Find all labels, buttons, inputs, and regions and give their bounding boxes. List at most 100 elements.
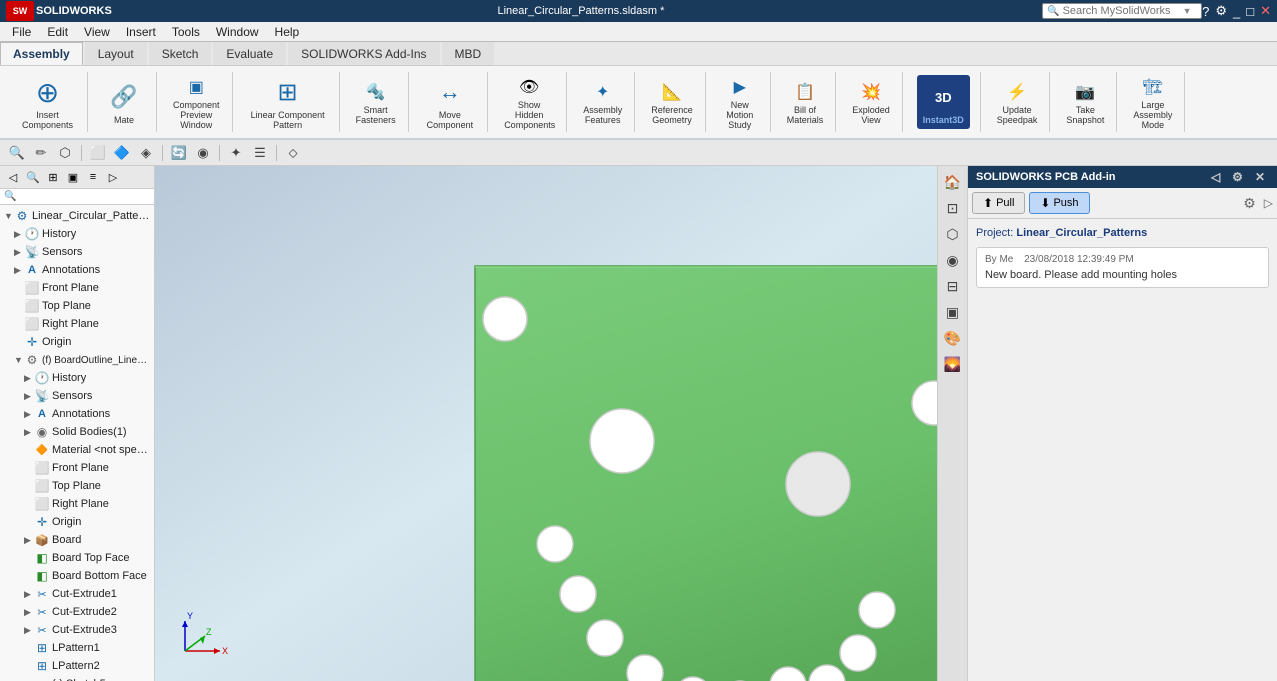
tab-layout[interactable]: Layout (85, 42, 147, 65)
btn-assembly-features[interactable]: ✦ AssemblyFeatures (579, 76, 626, 128)
btn-pull[interactable]: ⬆ Pull (972, 192, 1025, 214)
right-plane-label: Right Plane (42, 318, 99, 330)
sidebar-config-btn[interactable]: ▣ (64, 168, 82, 186)
tb2-btn-1[interactable]: 🔍 (6, 142, 28, 164)
menu-file[interactable]: File (4, 23, 39, 41)
tree-item-annotations-sub[interactable]: ▶ A Annotations (0, 405, 154, 423)
sidebar-nav-btn[interactable]: ≡ (84, 168, 102, 186)
tree-item-material[interactable]: 🔶 Material <not specified> (0, 441, 154, 459)
btn-instant3d[interactable]: 3D Instant3D (917, 75, 970, 129)
take-snapshot-icon: 📷 (1071, 78, 1099, 106)
tab-evaluate[interactable]: Evaluate (213, 42, 286, 65)
btn-take-snapshot[interactable]: 📷 TakeSnapshot (1062, 76, 1108, 128)
menu-tools[interactable]: Tools (164, 23, 208, 41)
sidebar-collapse-btn[interactable]: ◁ (4, 168, 22, 186)
btn-bill-of-materials[interactable]: 📋 Bill ofMaterials (783, 76, 828, 128)
rt-btn-shaded[interactable]: ◉ (941, 248, 965, 272)
settings-icon[interactable]: ⚙ (1215, 3, 1227, 19)
tb2-btn-2[interactable]: ✏ (30, 142, 52, 164)
tree-root[interactable]: ▼ ⚙ Linear_Circular_Patterns (Default<Di… (0, 207, 154, 225)
btn-component-preview[interactable]: ▣ ComponentPreviewWindow (169, 71, 224, 133)
tree-item-history-sub[interactable]: ▶ 🕐 History (0, 369, 154, 387)
tab-assembly[interactable]: Assembly (0, 42, 83, 65)
search-bar[interactable]: 🔍 ▼ (1042, 3, 1202, 19)
tree-item-sensors-sub[interactable]: ▶ 📡 Sensors (0, 387, 154, 405)
tree-item-right-plane[interactable]: ⬜ Right Plane (0, 315, 154, 333)
panel-close-icon[interactable]: ✕ (1251, 170, 1269, 184)
help-icon[interactable]: ? (1202, 4, 1209, 19)
rt-btn-appearance[interactable]: 🎨 (941, 326, 965, 350)
rt-btn-display[interactable]: ▣ (941, 300, 965, 324)
tb2-btn-4[interactable]: ⬜ (87, 142, 109, 164)
btn-large-assembly-mode[interactable]: 🏗 LargeAssemblyMode (1129, 71, 1176, 133)
3d-viewport[interactable]: Y X Z (155, 166, 937, 681)
tree-item-board-top-face[interactable]: ◧ Board Top Face (0, 549, 154, 567)
rt-btn-home[interactable]: 🏠 (941, 170, 965, 194)
search-input[interactable] (1063, 5, 1183, 17)
tree-item-top-plane[interactable]: ⬜ Top Plane (0, 297, 154, 315)
tree-item-board[interactable]: ▶ 📦 Board (0, 531, 154, 549)
btn-move-component[interactable]: ↔ MoveComponent (421, 72, 480, 132)
btn-new-motion-study[interactable]: ▶ NewMotionStudy (718, 71, 762, 133)
tree-item-annotations[interactable]: ▶ A Annotations (0, 261, 154, 279)
btn-linear-pattern[interactable]: ⊞ Linear ComponentPattern (245, 72, 331, 132)
btn-smart-fasteners[interactable]: 🔩 SmartFasteners (352, 76, 400, 128)
close-icon[interactable]: ✕ (1260, 3, 1271, 19)
menu-edit[interactable]: Edit (39, 23, 76, 41)
tree-item-origin[interactable]: ✛ Origin (0, 333, 154, 351)
tb2-btn-3[interactable]: ⬡ (54, 142, 76, 164)
tree-item-lpattern1[interactable]: ⊞ LPattern1 (0, 639, 154, 657)
tb2-btn-11[interactable]: ⬦ (282, 142, 304, 164)
tree-item-origin-sub[interactable]: ✛ Origin (0, 513, 154, 531)
tree-item-sensors[interactable]: ▶ 📡 Sensors (0, 243, 154, 261)
btn-push[interactable]: ⬇ Push (1029, 192, 1089, 214)
panel-collapse-icon[interactable]: ◁ (1207, 170, 1224, 184)
btn-exploded-view[interactable]: 💥 ExplodedView (848, 76, 894, 128)
tree-item-board-bottom-face[interactable]: ◧ Board Bottom Face (0, 567, 154, 585)
minimize-icon[interactable]: _ (1233, 4, 1240, 19)
move-component-icon: ↔ (432, 74, 468, 110)
rt-btn-zoom-fit[interactable]: ⊡ (941, 196, 965, 220)
tree-item-cut-extrude1[interactable]: ▶ ✂ Cut-Extrude1 (0, 585, 154, 603)
tb2-btn-9[interactable]: ✦ (225, 142, 247, 164)
tree-item-cut-extrude2[interactable]: ▶ ✂ Cut-Extrude2 (0, 603, 154, 621)
menu-insert[interactable]: Insert (118, 23, 164, 41)
sidebar-search-btn[interactable]: 🔍 (24, 168, 42, 186)
maximize-icon[interactable]: □ (1246, 4, 1254, 19)
tree-item-lpattern2[interactable]: ⊞ LPattern2 (0, 657, 154, 675)
btn-show-hidden[interactable]: 👁 ShowHiddenComponents (500, 71, 558, 133)
btn-update-speedpak[interactable]: ⚡ UpdateSpeedpak (993, 76, 1042, 128)
tree-item-front-plane-sub[interactable]: ⬜ Front Plane (0, 459, 154, 477)
tree-item-top-plane-sub[interactable]: ⬜ Top Plane (0, 477, 154, 495)
rt-btn-wireframe[interactable]: ⬡ (941, 222, 965, 246)
panel-expand-btn[interactable]: ▷ (1264, 196, 1273, 210)
tree-item-right-plane-sub[interactable]: ⬜ Right Plane (0, 495, 154, 513)
panel-settings-icon[interactable]: ⚙ (1228, 170, 1247, 184)
tree-item-sketch5[interactable]: ✏ (-) Sketch5 (0, 675, 154, 681)
tree-item-solid-bodies[interactable]: ▶ ◉ Solid Bodies(1) (0, 423, 154, 441)
btn-insert-components[interactable]: ⊕ InsertComponents (16, 72, 79, 132)
tb2-btn-7[interactable]: 🔄 (168, 142, 190, 164)
tb2-btn-5[interactable]: 🔷 (111, 142, 133, 164)
rt-btn-section[interactable]: ⊟ (941, 274, 965, 298)
sidebar-filter-btn[interactable]: ⊞ (44, 168, 62, 186)
btn-mate[interactable]: 🔗 Mate (100, 77, 148, 127)
rt-btn-scene[interactable]: 🌄 (941, 352, 965, 376)
menu-view[interactable]: View (76, 23, 118, 41)
tree-item-front-plane[interactable]: ⬜ Front Plane (0, 279, 154, 297)
board-top-face-label: Board Top Face (52, 552, 129, 564)
panel-gear-btn[interactable]: ⚙ (1243, 195, 1256, 212)
tab-solidworks-addins[interactable]: SOLIDWORKS Add-Ins (288, 42, 439, 65)
tb2-btn-8[interactable]: ◉ (192, 142, 214, 164)
tb2-btn-6[interactable]: ◈ (135, 142, 157, 164)
sidebar-more-btn[interactable]: ▷ (104, 168, 122, 186)
tab-mbd[interactable]: MBD (442, 42, 495, 65)
tb2-btn-10[interactable]: ☰ (249, 142, 271, 164)
btn-reference-geometry[interactable]: 📐 ReferenceGeometry (647, 76, 697, 128)
tree-item-history[interactable]: ▶ 🕐 History (0, 225, 154, 243)
tree-item-cut-extrude3[interactable]: ▶ ✂ Cut-Extrude3 (0, 621, 154, 639)
tree-item-boardoutline[interactable]: ▼ ⚙ (f) BoardOutline_Linear_Circular_F (0, 351, 154, 369)
menu-window[interactable]: Window (208, 23, 267, 41)
menu-help[interactable]: Help (267, 23, 308, 41)
tab-sketch[interactable]: Sketch (149, 42, 212, 65)
